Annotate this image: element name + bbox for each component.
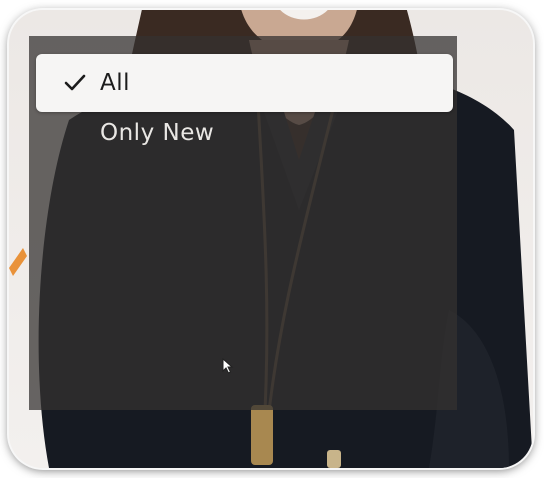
menu-item-label: All [100, 70, 131, 96]
mouse-pointer-icon [222, 357, 234, 374]
menu-item-only-new[interactable]: Only New [35, 110, 451, 156]
menu-item-all[interactable]: All [36, 54, 453, 112]
video-frame: All Only New [9, 10, 533, 468]
menu-item-label: Only New [100, 120, 215, 146]
checkmark-icon [62, 70, 88, 96]
